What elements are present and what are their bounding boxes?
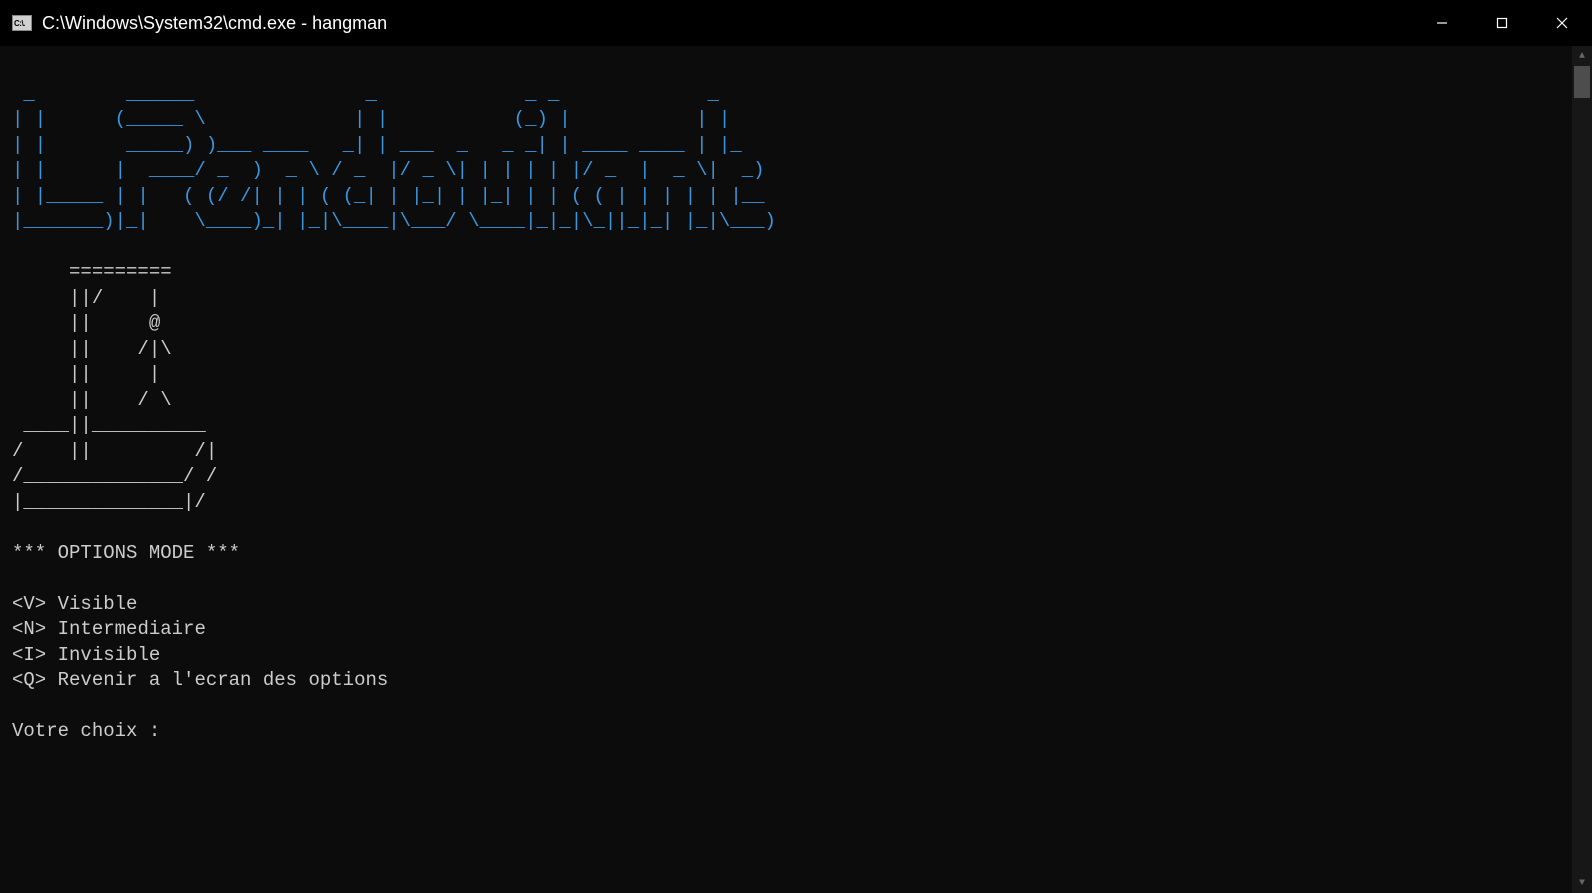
maximize-button[interactable] — [1472, 0, 1532, 46]
scroll-up-arrow-icon[interactable]: ▲ — [1572, 46, 1592, 66]
vertical-scrollbar[interactable]: ▲ ▼ — [1572, 46, 1592, 893]
menu-item-invisible: <I> Invisible — [12, 644, 160, 666]
window-titlebar: C:\. C:\Windows\System32\cmd.exe - hangm… — [0, 0, 1592, 46]
ascii-title-art: _ ______ _ _ _ _ | | (_____ \ | | (_) | … — [12, 83, 776, 233]
window-title: C:\Windows\System32\cmd.exe - hangman — [42, 13, 1412, 34]
scroll-thumb[interactable] — [1574, 66, 1590, 98]
ascii-hangman-art: ========= ||/ | || @ || /|\ || | || / \ … — [12, 261, 217, 513]
terminal-output[interactable]: _ ______ _ _ _ _ | | (_____ \ | | (_) | … — [0, 46, 1592, 893]
close-button[interactable] — [1532, 0, 1592, 46]
minimize-button[interactable] — [1412, 0, 1472, 46]
menu-item-intermediaire: <N> Intermediaire — [12, 618, 206, 640]
menu-item-visible: <V> Visible — [12, 593, 137, 615]
window-controls — [1412, 0, 1592, 46]
menu-item-quit: <Q> Revenir a l'ecran des options — [12, 669, 388, 691]
cmd-icon: C:\. — [12, 15, 32, 31]
scroll-down-arrow-icon[interactable]: ▼ — [1572, 873, 1592, 893]
menu-header: *** OPTIONS MODE *** — [12, 542, 240, 564]
input-prompt: Votre choix : — [12, 720, 160, 742]
